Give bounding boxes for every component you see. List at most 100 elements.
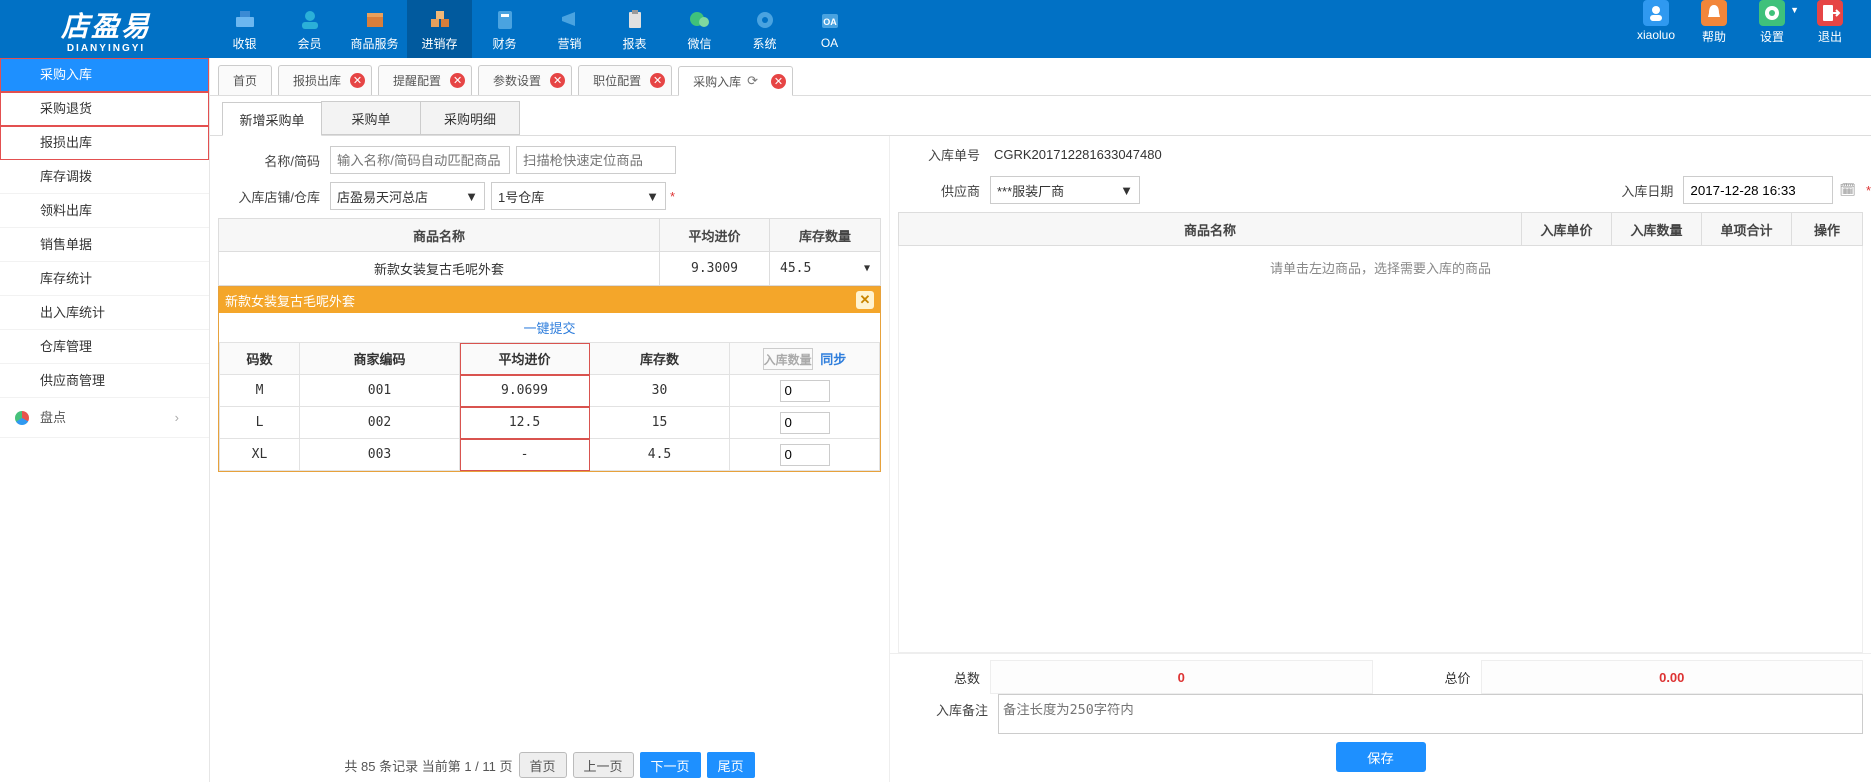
tab[interactable]: 采购入库⟳✕ <box>678 66 793 96</box>
cell-size: M <box>220 375 300 407</box>
close-icon[interactable]: ✕ <box>350 73 365 88</box>
users-icon <box>297 7 323 33</box>
th-stock: 库存数 <box>590 343 730 375</box>
setting-icon <box>1759 0 1785 26</box>
rcol-qty: 入库数量 <box>1612 213 1702 245</box>
enter-qty-input[interactable] <box>780 380 830 402</box>
scan-input[interactable] <box>516 146 676 174</box>
date-input[interactable] <box>1683 176 1833 204</box>
pager-first[interactable]: 首页 <box>519 752 567 778</box>
topnav-megaphone[interactable]: 营销 <box>537 0 602 58</box>
sync-link[interactable]: 同步 <box>820 352 846 367</box>
topnav-right-exit[interactable]: 退出 <box>1801 0 1859 45</box>
sidebar-item[interactable]: 采购入库 <box>0 58 209 92</box>
cell-size: XL <box>220 439 300 471</box>
col-name: 商品名称 <box>219 219 660 251</box>
label-remark: 入库备注 <box>898 694 998 719</box>
th-sku: 商家编码 <box>300 343 460 375</box>
remark-textarea[interactable] <box>998 694 1863 734</box>
pager-last[interactable]: 尾页 <box>707 752 755 778</box>
shop-select[interactable]: 店盈易天河总店▼ <box>330 182 485 210</box>
close-icon[interactable]: ✕ <box>771 74 786 89</box>
tab[interactable]: 首页 <box>218 65 272 95</box>
label-name: 名称/简码 <box>210 151 330 170</box>
variant-table: 码数 商家编码 平均进价 库存数 入库数量 同步 M0019.069930L00… <box>219 342 880 471</box>
variant-row: L00212.515 <box>220 407 880 439</box>
sidebar-item[interactable]: 领料出库 <box>0 194 209 228</box>
left-grid-row[interactable]: 新款女装复古毛呢外套 9.3009 45.5▼ <box>218 252 881 286</box>
sidebar-item[interactable]: 仓库管理 <box>0 330 209 364</box>
topnav-clipboard[interactable]: 报表 <box>602 0 667 58</box>
quick-submit-link[interactable]: 一键提交 <box>523 321 575 336</box>
sidebar-section-inventory[interactable]: 盘点 › <box>0 398 209 438</box>
right-grid-empty: 请单击左边商品，选择需要入库的商品 <box>899 246 1862 289</box>
caret-down-icon: ▼ <box>1790 5 1799 15</box>
topbar: 店盈易 DIANYINGYI 收银会员商品服务进销存财务营销报表微信系统OAOA… <box>0 0 1871 58</box>
close-icon[interactable]: ✕ <box>650 73 665 88</box>
cell-qty[interactable]: 45.5▼ <box>770 252 880 285</box>
refresh-icon[interactable]: ⟳ <box>747 73 758 89</box>
topnav-gift[interactable]: 商品服务 <box>342 0 407 58</box>
save-button[interactable]: 保存 <box>1336 742 1426 772</box>
sidebar-item[interactable]: 报损出库 <box>0 126 209 160</box>
topnav-finance[interactable]: 财务 <box>472 0 537 58</box>
cell-stock: 30 <box>590 375 730 407</box>
supplier-select[interactable]: ***服装厂商▼ <box>990 176 1140 204</box>
topnav-right-bell[interactable]: 帮助 <box>1685 0 1743 45</box>
pager-next[interactable]: 下一页 <box>640 752 701 778</box>
sidebar-item[interactable]: 库存统计 <box>0 262 209 296</box>
sidebar-item[interactable]: 出入库统计 <box>0 296 209 330</box>
sidebar-section-label: 盘点 <box>40 398 66 438</box>
cell-stock: 15 <box>590 407 730 439</box>
close-icon[interactable]: ✕ <box>856 291 874 309</box>
label-total-amt: 总价 <box>1381 660 1481 694</box>
enter-qty-input[interactable] <box>780 444 830 466</box>
cell-price: 9.3009 <box>660 252 770 285</box>
subtabs: 新增采购单采购单采购明细 <box>210 96 1871 136</box>
sidebar-item[interactable]: 销售单据 <box>0 228 209 262</box>
th-enter: 入库数量 同步 <box>730 343 880 375</box>
col-price: 平均进价 <box>660 219 770 251</box>
topnav-users[interactable]: 会员 <box>277 0 342 58</box>
name-input[interactable] <box>330 146 510 174</box>
cell-enter <box>730 375 880 407</box>
th-price: 平均进价 <box>460 343 590 375</box>
tab[interactable]: 报损出库✕ <box>278 65 372 95</box>
warehouse-select[interactable]: 1号仓库▼ <box>491 182 666 210</box>
variant-row: M0019.069930 <box>220 375 880 407</box>
tab[interactable]: 提醒配置✕ <box>378 65 472 95</box>
topnav-oa[interactable]: OAOA <box>797 0 862 58</box>
topnav-gear[interactable]: 系统 <box>732 0 797 58</box>
subtab[interactable]: 采购明细 <box>420 101 520 135</box>
cell-size: L <box>220 407 300 439</box>
cell-sku: 001 <box>300 375 460 407</box>
tab[interactable]: 职位配置✕ <box>578 65 672 95</box>
label-order: 入库单号 <box>890 145 990 164</box>
sidebar-item[interactable]: 供应商管理 <box>0 364 209 398</box>
close-icon[interactable]: ✕ <box>550 73 565 88</box>
chevron-right-icon: › <box>175 398 179 438</box>
cell-price: 12.5 <box>460 407 590 439</box>
calendar-icon[interactable]: 🗓 <box>1839 182 1856 198</box>
tab[interactable]: 参数设置✕ <box>478 65 572 95</box>
left-grid-header: 商品名称 平均进价 库存数量 <box>218 218 881 252</box>
user-icon <box>1643 0 1669 26</box>
pager-prev[interactable]: 上一页 <box>573 752 634 778</box>
sidebar-item[interactable]: 采购退货 <box>0 92 209 126</box>
topnav-right-user[interactable]: xiaoluo <box>1627 0 1685 42</box>
content: 首页报损出库✕提醒配置✕参数设置✕职位配置✕采购入库⟳✕ 新增采购单采购单采购明… <box>210 58 1871 782</box>
caret-down-icon: ▼ <box>1120 183 1133 198</box>
required-mark: * <box>1866 183 1871 198</box>
sidebar-item[interactable]: 库存调拨 <box>0 160 209 194</box>
topnav-boxes[interactable]: 进销存 <box>407 0 472 58</box>
label-date: 入库日期 <box>1603 181 1683 200</box>
label-shop: 入库店铺/仓库 <box>210 187 330 206</box>
subtab[interactable]: 采购单 <box>321 101 421 135</box>
topnav-cash-register[interactable]: 收银 <box>212 0 277 58</box>
subtab[interactable]: 新增采购单 <box>222 102 322 136</box>
popup-title: 新款女装复古毛呢外套 <box>225 291 355 310</box>
enter-qty-input[interactable] <box>780 412 830 434</box>
topnav-wechat[interactable]: 微信 <box>667 0 732 58</box>
close-icon[interactable]: ✕ <box>450 73 465 88</box>
rcol-name: 商品名称 <box>899 213 1522 245</box>
